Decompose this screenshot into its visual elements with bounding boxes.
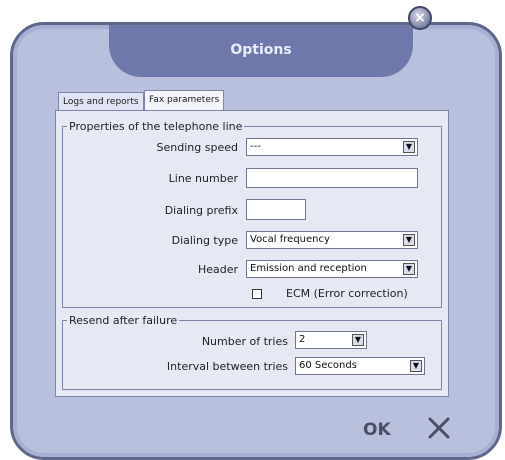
resend-legend: Resend after failure (69, 314, 178, 327)
interval-label: Interval between tries (166, 360, 288, 373)
tries-label: Number of tries (201, 335, 288, 348)
dialing-prefix-input[interactable] (246, 199, 306, 220)
chevron-down-icon[interactable]: ▼ (403, 141, 415, 153)
ok-button[interactable]: OK (363, 420, 391, 440)
ecm-checkbox[interactable] (252, 289, 262, 299)
dialing-type-label: Dialing type (171, 234, 238, 247)
tab-logs-and-reports[interactable]: Logs and reports (58, 92, 144, 111)
interval-select[interactable]: 60 Seconds ▼ (295, 357, 425, 375)
titlebar: Options (109, 25, 413, 77)
window-title: Options (230, 42, 292, 58)
line-number-label: Line number (168, 172, 238, 185)
fax-parameters-panel: Properties of the telephone line Sending… (55, 110, 449, 397)
header-select[interactable]: Emission and reception ▼ (246, 260, 418, 278)
cancel-x-icon[interactable] (425, 414, 453, 442)
header-label: Header (197, 263, 238, 276)
dialing-type-select[interactable]: Vocal frequency ▼ (246, 231, 418, 249)
chevron-down-icon[interactable]: ▼ (403, 263, 415, 275)
chevron-down-icon[interactable]: ▼ (352, 334, 364, 346)
resend-group: Resend after failure (62, 314, 442, 390)
line-number-input[interactable] (246, 168, 418, 188)
sending-speed-select[interactable]: --- ▼ (246, 138, 418, 156)
tab-fax-parameters[interactable]: Fax parameters (144, 90, 225, 111)
ecm-label: ECM (Error correction) (286, 287, 408, 300)
chevron-down-icon[interactable]: ▼ (410, 360, 422, 372)
sending-speed-label: Sending speed (156, 141, 238, 154)
telephone-line-legend: Properties of the telephone line (69, 120, 243, 133)
tries-select[interactable]: 2 ▼ (295, 331, 367, 349)
chevron-down-icon[interactable]: ▼ (403, 234, 415, 246)
dialing-prefix-label: Dialing prefix (164, 204, 238, 217)
close-icon[interactable]: × (408, 6, 432, 30)
dialog-content: Logs and reports Fax parameters Properti… (45, 72, 450, 397)
